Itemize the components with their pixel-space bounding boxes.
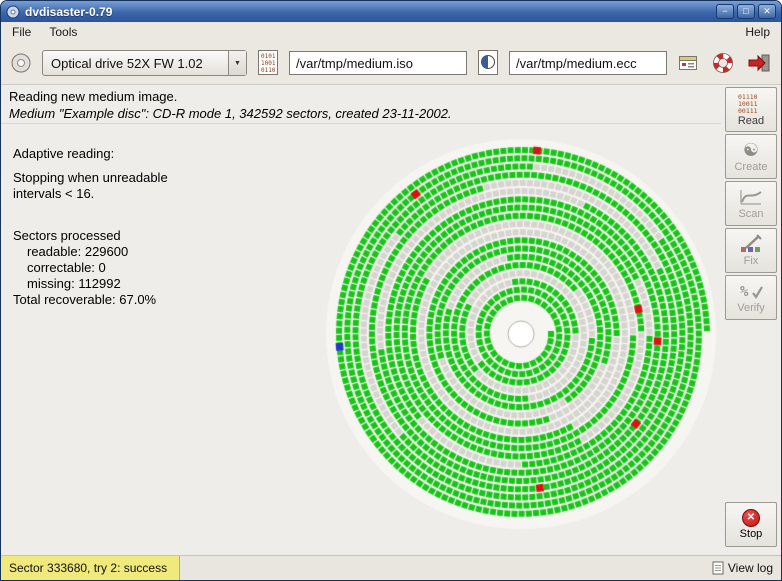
sector-spiral-map: [315, 128, 727, 540]
preferences-icon: [677, 54, 699, 72]
preferences-button[interactable]: [675, 52, 701, 74]
toolbar: Optical drive 52X FW 1.02 ▼ 0101 1001 01…: [1, 42, 781, 85]
verify-label: Verify: [737, 302, 765, 314]
image-file-input[interactable]: [289, 51, 467, 75]
fix-icon: [738, 234, 764, 254]
read-icon: 01110 10011 00111: [735, 92, 767, 114]
help-button[interactable]: [710, 50, 736, 76]
fix-label: Fix: [744, 255, 759, 267]
svg-text:00111: 00111: [738, 107, 758, 114]
app-icon: [6, 5, 20, 19]
stop-icon: ✕: [742, 509, 760, 527]
titlebar[interactable]: dvdisaster-0.79 − □ ✕: [1, 1, 781, 22]
readable-value: 229600: [85, 244, 128, 259]
readable-row: readable: 229600: [13, 244, 168, 260]
missing-row: missing: 112992: [13, 276, 168, 292]
scan-button[interactable]: Scan: [725, 181, 777, 226]
status-message: Sector 333680, try 2: success: [1, 556, 180, 580]
scan-label: Scan: [738, 208, 763, 220]
statusbar: Sector 333680, try 2: success View log: [1, 555, 781, 580]
drive-select[interactable]: Optical drive 52X FW 1.02 ▼: [42, 50, 247, 76]
window-title: dvdisaster-0.79: [25, 5, 112, 19]
svg-text:0101: 0101: [261, 53, 276, 60]
create-icon: ☯: [743, 140, 759, 160]
image-file-button[interactable]: 0101 1001 0110: [254, 47, 282, 79]
svg-text:1001: 1001: [261, 60, 276, 67]
ecc-file-input[interactable]: [509, 51, 667, 75]
correctable-row: correctable: 0: [13, 260, 168, 276]
drive-button[interactable]: [7, 49, 35, 77]
drive-icon: [9, 51, 33, 75]
menu-tools[interactable]: Tools: [40, 23, 86, 41]
minimize-button[interactable]: −: [716, 4, 734, 19]
read-label: Read: [738, 115, 764, 127]
quit-button[interactable]: [745, 51, 773, 75]
adaptive-reading-title: Adaptive reading:: [13, 146, 168, 162]
ecc-file-icon: [476, 49, 500, 77]
svg-text:%: %: [740, 284, 749, 300]
verify-icon: %: [738, 281, 764, 301]
menu-help[interactable]: Help: [736, 23, 779, 41]
scan-icon: [738, 187, 764, 207]
stop-button[interactable]: ✕ Stop: [725, 502, 777, 547]
total-recoverable-row: Total recoverable: 67.0%: [13, 292, 168, 308]
create-button[interactable]: ☯ Create: [725, 134, 777, 179]
work-area: Adaptive reading: Stopping when unreadab…: [1, 124, 721, 555]
maximize-button[interactable]: □: [737, 4, 755, 19]
log-file-icon: [712, 561, 724, 575]
menu-file[interactable]: File: [3, 23, 40, 41]
ecc-file-button[interactable]: [474, 47, 502, 79]
action-title: Reading new medium image.: [9, 89, 713, 104]
verify-button[interactable]: % Verify: [725, 275, 777, 320]
chevron-down-icon: ▼: [228, 51, 246, 75]
close-button[interactable]: ✕: [758, 4, 776, 19]
dvdisaster-window: dvdisaster-0.79 − □ ✕ File Tools Help Op…: [0, 0, 782, 581]
content-area: Reading new medium image. Medium "Exampl…: [1, 85, 781, 555]
stopping-line2: intervals < 16.: [13, 186, 168, 202]
total-recoverable-value: 67.0%: [119, 292, 156, 307]
stopping-line1: Stopping when unreadable: [13, 170, 168, 186]
quit-exit-icon: [747, 53, 771, 73]
lifebuoy-help-icon: [712, 52, 734, 74]
menubar: File Tools Help: [1, 22, 781, 42]
fix-button[interactable]: Fix: [725, 228, 777, 273]
correctable-value: 0: [99, 260, 106, 275]
action-sidebar: 01110 10011 00111 Read ☯ Create Scan: [721, 85, 781, 555]
drive-select-value: Optical drive 52X FW 1.02: [43, 56, 228, 71]
medium-description: Medium "Example disc": CD-R mode 1, 3425…: [9, 106, 713, 121]
svg-text:0110: 0110: [261, 67, 276, 74]
view-log-button[interactable]: View log: [712, 561, 773, 575]
missing-value: 112992: [78, 276, 120, 291]
stop-label: Stop: [740, 528, 763, 540]
status-header: Reading new medium image. Medium "Exampl…: [1, 85, 721, 124]
create-label: Create: [734, 161, 767, 173]
image-file-icon: 0101 1001 0110: [256, 49, 280, 77]
reading-info-block: Adaptive reading: Stopping when unreadab…: [13, 146, 168, 308]
read-button[interactable]: 01110 10011 00111 Read: [725, 87, 777, 132]
view-log-label: View log: [728, 561, 773, 575]
sectors-processed-title: Sectors processed: [13, 228, 168, 244]
